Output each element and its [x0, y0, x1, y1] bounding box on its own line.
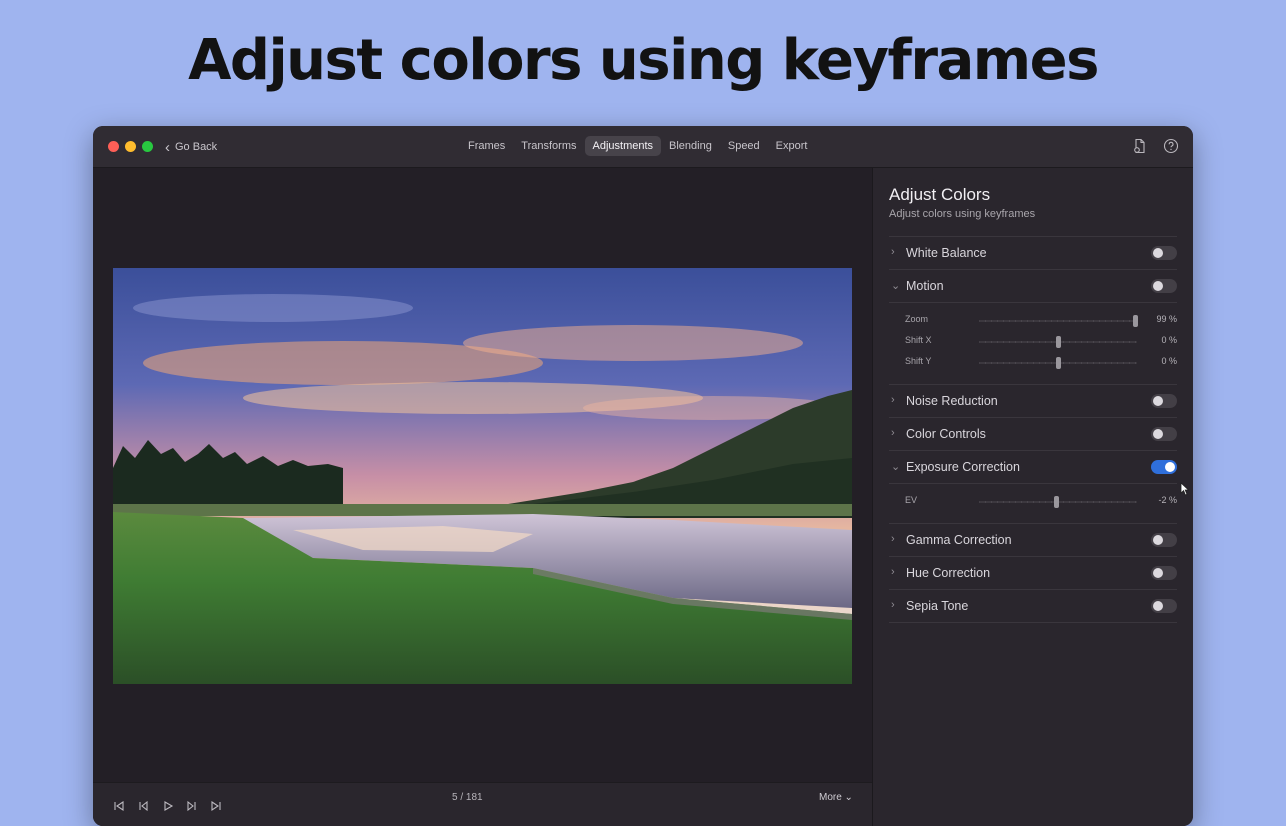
section-label: Color Controls — [906, 427, 986, 441]
section-list-end-divider — [889, 622, 1177, 623]
shift-x-slider-thumb[interactable] — [1055, 336, 1061, 348]
param-value: -2 % — [1158, 495, 1177, 505]
section-motion[interactable]: ⌄ Motion — [889, 269, 1177, 302]
tab-export[interactable]: Export — [768, 136, 816, 156]
section-exposure-correction[interactable]: ⌄ Exposure Correction — [889, 450, 1177, 483]
section-color-controls[interactable]: › Color Controls — [889, 417, 1177, 450]
section-label: White Balance — [906, 246, 987, 260]
zoom-slider-thumb[interactable] — [1132, 315, 1138, 327]
section-noise-reduction[interactable]: › Noise Reduction — [889, 384, 1177, 417]
section-label: Sepia Tone — [906, 599, 969, 613]
tab-speed[interactable]: Speed — [720, 136, 768, 156]
sepia-tone-toggle[interactable] — [1151, 599, 1177, 613]
chevron-right-icon: › — [891, 599, 895, 611]
chevron-right-icon: › — [891, 533, 895, 545]
close-window-button[interactable] — [108, 141, 119, 152]
param-shift-x: Shift X 0 % — [889, 331, 1177, 352]
app-window: ‹ Go Back Frames Transforms Adjustments … — [93, 126, 1193, 826]
chevron-down-icon: ⌄ — [891, 280, 901, 292]
frame-counter: 5 / 181 — [452, 792, 483, 803]
section-label: Noise Reduction — [906, 394, 998, 408]
motion-toggle[interactable] — [1151, 279, 1177, 293]
hue-correction-toggle[interactable] — [1151, 566, 1177, 580]
tab-adjustments[interactable]: Adjustments — [584, 136, 662, 156]
preview-area — [93, 168, 872, 826]
section-white-balance[interactable]: › White Balance — [889, 236, 1177, 269]
exposure-divider — [889, 483, 1177, 484]
tab-frames[interactable]: Frames — [460, 136, 513, 156]
gamma-correction-toggle[interactable] — [1151, 533, 1177, 547]
chevron-right-icon: › — [891, 394, 895, 406]
zoom-window-button[interactable] — [142, 141, 153, 152]
color-controls-toggle[interactable] — [1151, 427, 1177, 441]
tab-transforms[interactable]: Transforms — [513, 136, 584, 156]
param-shift-y: Shift Y 0 % — [889, 352, 1177, 373]
section-label: Gamma Correction — [906, 533, 1012, 547]
zoom-slider-track[interactable] — [979, 320, 1137, 322]
param-value: 0 % — [1161, 356, 1177, 366]
adjust-colors-panel: Adjust Colors Adjust colors using keyfra… — [873, 168, 1193, 826]
param-label: Shift Y — [905, 356, 932, 366]
param-value: 0 % — [1161, 335, 1177, 345]
param-zoom: Zoom 99 % — [889, 310, 1177, 331]
section-label: Motion — [906, 279, 944, 293]
skip-to-end-icon[interactable] — [210, 800, 222, 812]
tab-bar: Frames Transforms Adjustments Blending S… — [460, 134, 815, 158]
section-gamma-correction[interactable]: › Gamma Correction — [889, 523, 1177, 556]
minimize-window-button[interactable] — [125, 141, 136, 152]
param-label: Shift X — [905, 335, 932, 345]
chevron-right-icon: › — [891, 566, 895, 578]
param-value: 99 % — [1156, 314, 1177, 324]
chevron-right-icon: › — [891, 246, 895, 258]
param-label: Zoom — [905, 314, 929, 324]
headline: Adjust colors using keyframes — [188, 28, 1099, 93]
tab-blending[interactable]: Blending — [661, 136, 720, 156]
ev-slider-thumb[interactable] — [1053, 496, 1059, 508]
skip-to-start-icon[interactable] — [113, 800, 125, 812]
step-back-icon[interactable] — [137, 800, 149, 812]
section-hue-correction[interactable]: › Hue Correction — [889, 556, 1177, 589]
param-label: EV — [905, 495, 918, 505]
more-button[interactable]: More ⌄ — [819, 792, 853, 803]
chevron-left-icon: ‹ — [165, 138, 170, 156]
white-balance-toggle[interactable] — [1151, 246, 1177, 260]
section-sepia-tone[interactable]: › Sepia Tone — [889, 589, 1177, 622]
panel-subtitle: Adjust colors using keyframes — [889, 208, 1036, 220]
exposure-correction-toggle[interactable] — [1151, 460, 1177, 474]
motion-divider — [889, 302, 1177, 303]
chevron-down-icon: ⌄ — [891, 461, 901, 473]
mouse-cursor-icon — [1180, 482, 1190, 496]
player-bar — [93, 782, 872, 826]
play-icon[interactable] — [162, 800, 174, 812]
chevron-right-icon: › — [891, 427, 895, 439]
noise-reduction-toggle[interactable] — [1151, 394, 1177, 408]
export-document-icon[interactable] — [1132, 138, 1148, 154]
panel-title: Adjust Colors — [889, 185, 991, 204]
help-icon[interactable] — [1163, 138, 1179, 154]
param-ev: EV -2 % — [889, 491, 1177, 512]
landscape-photo — [113, 268, 852, 684]
titlebar: ‹ Go Back Frames Transforms Adjustments … — [93, 126, 1193, 168]
go-back-label: Go Back — [175, 141, 218, 153]
section-label: Exposure Correction — [906, 460, 1020, 474]
shift-y-slider-thumb[interactable] — [1055, 357, 1061, 369]
go-back-button[interactable]: ‹ Go Back — [165, 139, 217, 155]
step-forward-icon[interactable] — [186, 800, 198, 812]
section-label: Hue Correction — [906, 566, 991, 580]
